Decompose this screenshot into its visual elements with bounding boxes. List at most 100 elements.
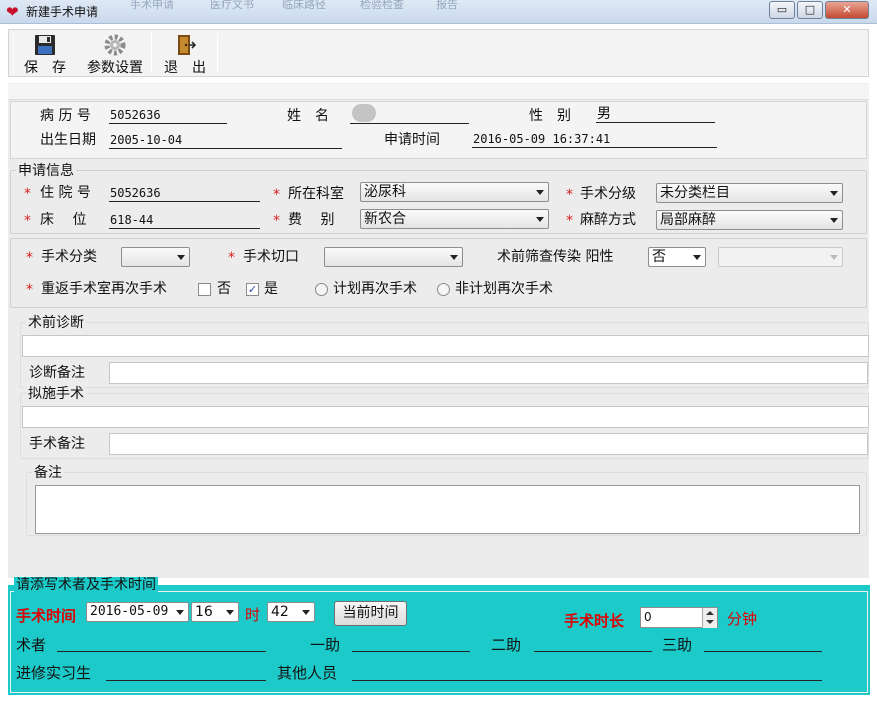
save-button[interactable]: 保 存	[16, 31, 74, 76]
assist2-input[interactable]	[534, 634, 652, 652]
grade-label: 手术分级	[580, 186, 636, 202]
params-button[interactable]: 参数设置	[84, 31, 146, 76]
chevron-down-icon	[226, 610, 234, 615]
assist1-label: 一助	[310, 636, 341, 654]
gear-icon	[104, 34, 126, 56]
inpatient-no-value: 5052636	[109, 185, 260, 202]
dept-label: 所在科室	[288, 186, 344, 202]
apply-time-label: 申请时间	[384, 132, 440, 148]
minute-value: 42	[271, 604, 289, 620]
diagnosis-title: 术前诊断	[26, 315, 86, 331]
intern-input[interactable]	[106, 663, 266, 681]
chevron-down-icon	[830, 255, 838, 260]
chevron-down-icon	[830, 218, 838, 223]
exit-label: 退 出	[164, 60, 206, 76]
current-time-button[interactable]: 当前时间	[334, 601, 407, 626]
toolbar-separator	[151, 33, 152, 73]
assist3-input[interactable]	[704, 634, 822, 652]
birth-label: 出生日期	[40, 132, 96, 148]
close-button[interactable]: ✕	[825, 1, 869, 19]
hour-select[interactable]: 16	[191, 602, 239, 622]
fee-select-value: 新农合	[364, 211, 406, 227]
yes-checkbox[interactable]: ✓	[246, 283, 259, 296]
surgeon-input[interactable]	[57, 634, 266, 652]
bed-value: 618-44	[109, 212, 260, 229]
surgery-date-value: 2016-05-09	[90, 604, 169, 619]
record-no-label: 病 历 号	[40, 108, 91, 124]
hour-unit: 时	[245, 606, 261, 624]
maximize-button[interactable]: □	[797, 1, 823, 19]
checkmark-icon: ✓	[247, 283, 258, 296]
duration-unit: 分钟	[727, 610, 758, 628]
chevron-down-icon	[693, 255, 701, 260]
no-checkbox[interactable]	[198, 283, 211, 296]
minimize-button[interactable]: ▭	[769, 1, 795, 19]
return-label: 重返手术室再次手术	[41, 281, 167, 297]
exit-button[interactable]: 退 出	[156, 31, 214, 76]
exit-door-icon	[178, 35, 197, 55]
anesthesia-select[interactable]: 局部麻醉	[656, 210, 843, 230]
dept-select-value: 泌尿科	[364, 184, 406, 200]
assist3-label: 三助	[662, 636, 693, 654]
minute-select[interactable]: 42	[267, 602, 315, 622]
close-icon: ✕	[842, 3, 852, 16]
intern-label: 进修实习生	[16, 664, 92, 682]
save-label: 保 存	[24, 60, 66, 76]
name-redaction	[352, 104, 376, 122]
yes-checkbox-label: 是	[264, 281, 278, 297]
remark-textarea[interactable]	[35, 485, 860, 534]
floppy-disk-icon	[35, 35, 55, 55]
chevron-down-icon	[177, 255, 185, 260]
ghost-tab: 临床路径	[282, 0, 326, 11]
ghost-tab: 报告	[436, 0, 458, 11]
window-title: 新建手术申请	[26, 5, 99, 19]
assist1-input[interactable]	[352, 634, 470, 652]
required-mark: *	[26, 250, 33, 266]
diagnosis-input[interactable]	[22, 335, 869, 357]
unplanned-radio[interactable]	[437, 283, 450, 296]
screening-label: 术前筛查传染 阳性	[497, 249, 614, 265]
diagnosis-note-label: 诊断备注	[29, 365, 85, 381]
anesthesia-label: 麻醉方式	[580, 212, 636, 228]
chevron-down-icon	[536, 190, 544, 195]
surgery-input[interactable]	[22, 406, 869, 428]
duration-spinner[interactable]: 0	[640, 607, 718, 628]
staff-panel-title: 请添写术者及手术时间	[14, 577, 158, 593]
planned-radio-label: 计划再次手术	[333, 281, 417, 297]
record-no-value: 5052636	[109, 107, 227, 124]
screening-select-value: 否	[652, 249, 666, 265]
gender-value: 男	[596, 106, 715, 123]
surgery-note-input[interactable]	[109, 433, 868, 455]
grade-select-value: 未分类栏目	[660, 185, 730, 201]
dept-select[interactable]: 泌尿科	[360, 182, 549, 202]
birth-value: 2005-10-04	[109, 132, 342, 149]
ghost-tab: 手术申请	[130, 0, 174, 11]
unplanned-radio-label: 非计划再次手术	[455, 281, 553, 297]
spin-up-icon	[706, 611, 714, 615]
hour-value: 16	[195, 604, 213, 620]
maximize-icon: □	[804, 3, 816, 16]
ghost-tab: 医疗文书	[210, 0, 254, 11]
surgery-title: 拟施手术	[26, 386, 86, 402]
header-stripe	[8, 84, 869, 100]
others-label: 其他人员	[277, 664, 338, 682]
others-input[interactable]	[352, 663, 822, 681]
fee-select[interactable]: 新农合	[360, 209, 549, 229]
grade-select[interactable]: 未分类栏目	[656, 183, 843, 203]
planned-radio[interactable]	[315, 283, 328, 296]
name-label: 姓 名	[287, 108, 329, 124]
toolbar-grip	[13, 33, 14, 73]
surgery-date-picker[interactable]: 2016-05-09	[86, 602, 189, 622]
category-select[interactable]	[121, 247, 190, 267]
required-mark: *	[24, 186, 31, 202]
required-mark: *	[566, 213, 573, 229]
spinner-buttons[interactable]	[702, 608, 717, 628]
screening-select[interactable]: 否	[648, 247, 706, 267]
incision-select[interactable]	[324, 247, 463, 267]
duration-value: 0	[644, 610, 652, 624]
diagnosis-note-input[interactable]	[109, 362, 868, 384]
screening-detail-select[interactable]	[718, 247, 843, 267]
apply-time-value: 2016-05-09 16:37:41	[472, 131, 717, 148]
chevron-down-icon	[830, 191, 838, 196]
remark-title: 备注	[32, 465, 64, 481]
